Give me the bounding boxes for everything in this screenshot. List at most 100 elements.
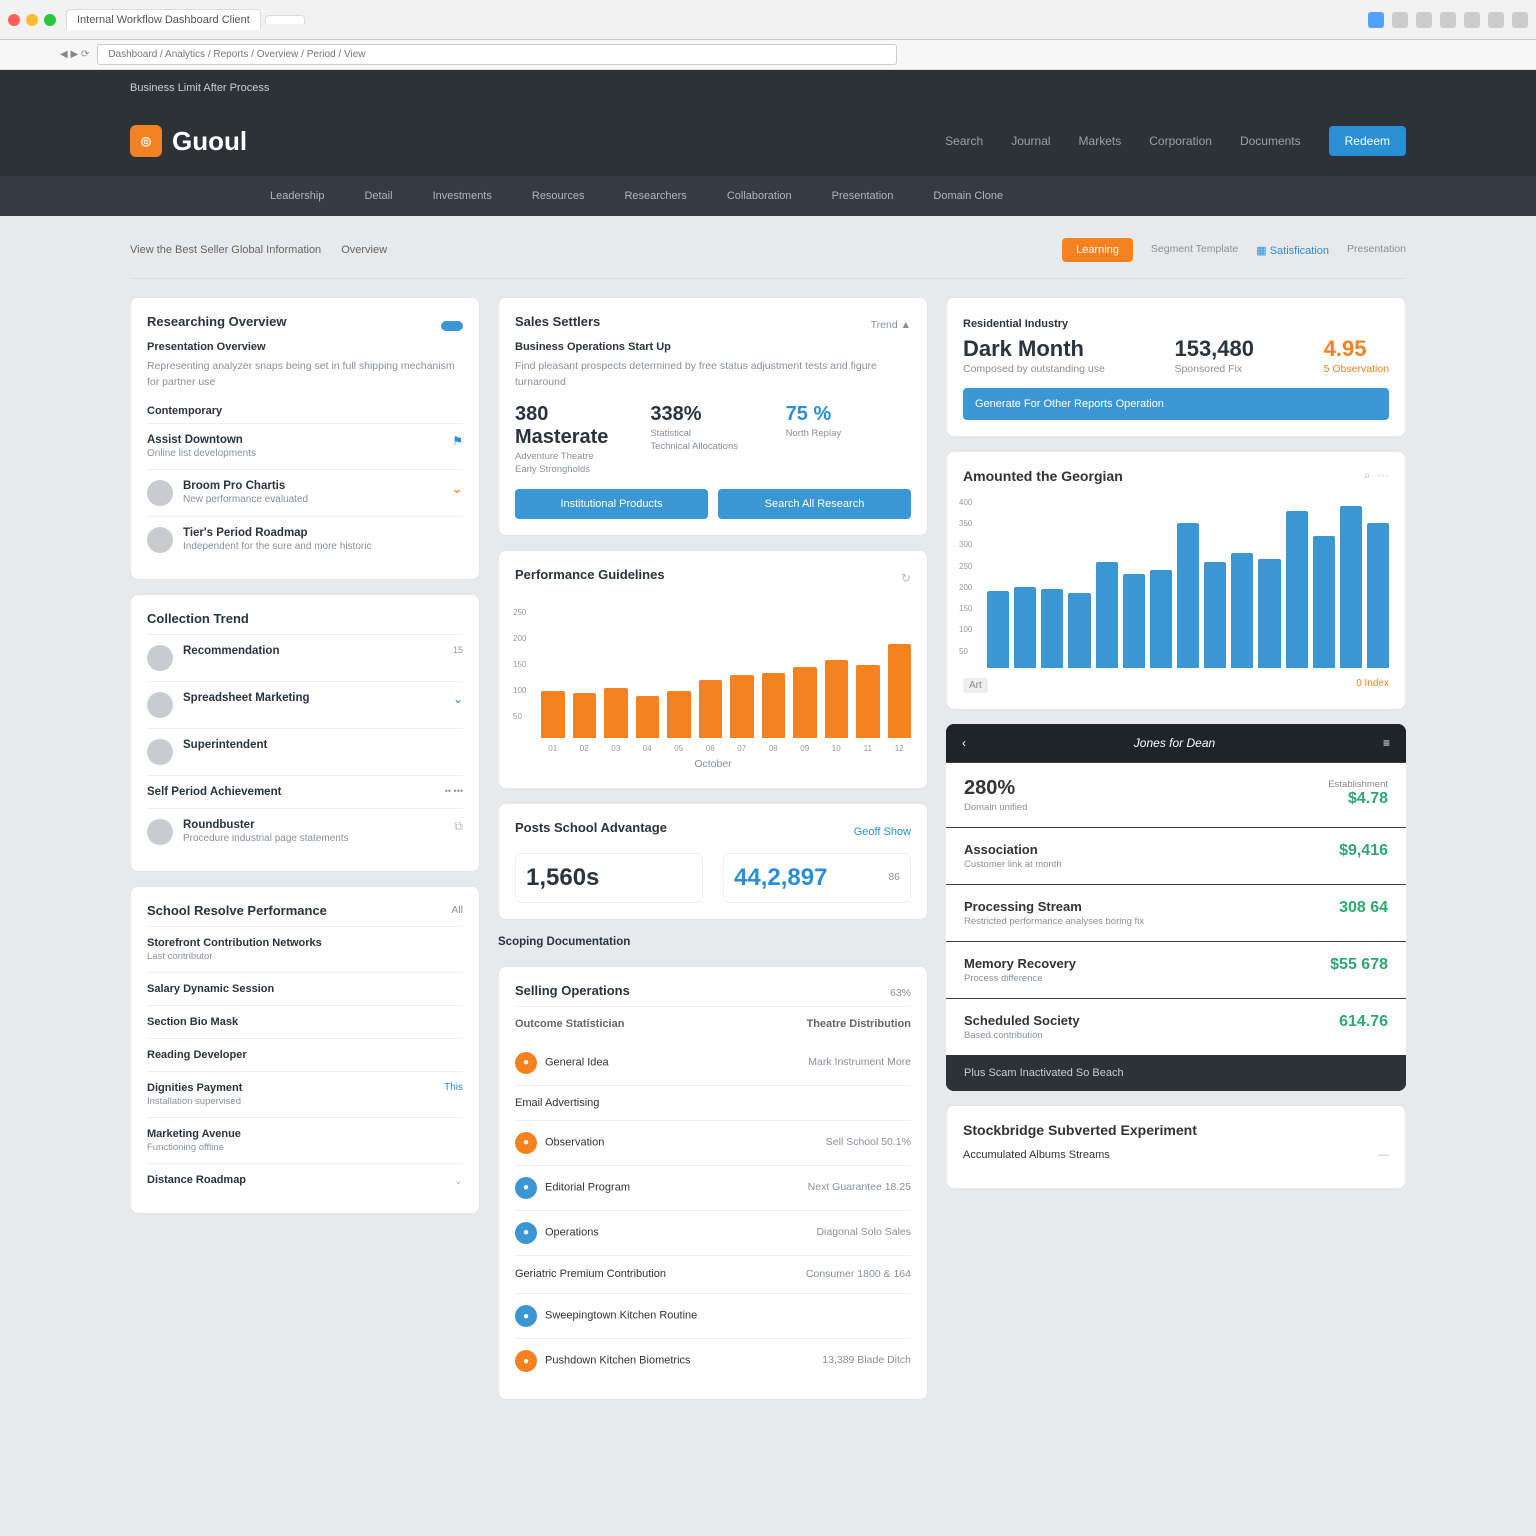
list-item[interactable]: Broom Pro ChartisNew performance evaluat… xyxy=(147,469,463,516)
list-item[interactable]: Distance Roadmap⌄ xyxy=(147,1163,463,1197)
nav-corporation[interactable]: Corporation xyxy=(1149,134,1212,148)
maximize-icon[interactable] xyxy=(44,14,56,26)
browser-chrome: Internal Workflow Dashboard Client xyxy=(0,0,1536,40)
table-row: 280%Domain unifiedEstablishment$4.78 xyxy=(946,762,1406,827)
url-input[interactable]: Dashboard / Analytics / Reports / Overvi… xyxy=(97,44,897,65)
nav-markets[interactable]: Markets xyxy=(1079,134,1122,148)
browser-tab-1[interactable]: Internal Workflow Dashboard Client xyxy=(66,9,261,30)
subnav-item[interactable]: Leadership xyxy=(270,190,324,202)
nav-journal[interactable]: Journal xyxy=(1011,134,1050,148)
kpi-value: 338% xyxy=(650,403,775,426)
subnav-item[interactable]: Domain Clone xyxy=(933,190,1003,202)
list-item[interactable]: Marketing AvenueFunctioning offline xyxy=(147,1117,463,1163)
more-icon[interactable]: ⋯ xyxy=(1377,468,1389,482)
back-icon[interactable]: ‹ xyxy=(962,736,966,750)
table-row[interactable]: Geriatric Premium ContributionConsumer 1… xyxy=(515,1255,911,1294)
table-row[interactable]: ●Sweepingtown Kitchen Routine xyxy=(515,1293,911,1338)
action-link[interactable]: Segment Template xyxy=(1151,242,1238,258)
subnav-item[interactable]: Researchers xyxy=(624,190,686,202)
table-row[interactable]: ●General IdeaMark Instrument More xyxy=(515,1041,911,1085)
list-item[interactable]: Storefront Contribution NetworksLast con… xyxy=(147,926,463,972)
generate-button[interactable]: Generate For Other Reports Operation xyxy=(963,388,1389,420)
avatar xyxy=(147,480,173,506)
brand-name: Guoul xyxy=(172,126,247,157)
table-row: Processing StreamRestricted performance … xyxy=(946,884,1406,941)
table-row[interactable]: ●Editorial ProgramNext Guarantee 18.25 xyxy=(515,1165,911,1210)
performance-chart-card: Performance Guidelines↻ 25020015010050 0… xyxy=(498,550,928,790)
browser-tab-2[interactable] xyxy=(265,15,305,24)
ext-icon[interactable] xyxy=(1464,12,1480,28)
table-row: Scheduled SocietyBased contribution614.7… xyxy=(946,998,1406,1055)
revenue-card: Residential Industry Dark MonthComposed … xyxy=(946,297,1406,437)
refresh-icon[interactable]: ↻ xyxy=(901,571,911,585)
chart-title: Performance Guidelines xyxy=(515,567,665,582)
list-item[interactable]: Self Period Achievement•• ••• xyxy=(147,775,463,808)
bar-chart: 25020015010050 xyxy=(515,608,911,738)
table-row[interactable]: ●ObservationSell School 50.1% xyxy=(515,1120,911,1165)
menu-icon[interactable]: ≡ xyxy=(1383,736,1390,750)
action-link[interactable]: ▦ Satisfication xyxy=(1256,244,1329,257)
breadcrumb-row: View the Best Seller Global Information … xyxy=(130,230,1406,279)
subnav-item[interactable]: Resources xyxy=(532,190,585,202)
table-row[interactable]: ●OperationsDiagonal Solo Sales xyxy=(515,1210,911,1255)
institutional-button[interactable]: Institutional Products xyxy=(515,489,708,519)
list-item[interactable]: Spreadsheet Marketing⌄ xyxy=(147,681,463,728)
list-item[interactable]: Assist DowntownOnline list developments … xyxy=(147,423,463,469)
flag-icon: ⚑ xyxy=(452,434,463,448)
list-item[interactable]: Recommendation15 xyxy=(147,634,463,681)
subnav-item[interactable]: Presentation xyxy=(832,190,894,202)
nav-documents[interactable]: Documents xyxy=(1240,134,1301,148)
menu-icon[interactable] xyxy=(1512,12,1528,28)
card-desc: Find pleasant prospects determined by fr… xyxy=(515,359,911,391)
kpi-value: 75 % xyxy=(786,403,911,426)
traffic-lights xyxy=(8,14,56,26)
chart-xlabel: October xyxy=(515,757,911,773)
list-item[interactable]: Section Bio Mask xyxy=(147,1005,463,1038)
main-header: ◎ Guoul Search Journal Markets Corporati… xyxy=(0,106,1536,176)
list-item[interactable]: Salary Dynamic Session xyxy=(147,972,463,1005)
stat-value: 153,480 xyxy=(1174,336,1254,362)
copy-icon[interactable]: ⧉ xyxy=(454,819,463,834)
search-icon[interactable]: ⌕ xyxy=(1364,468,1371,482)
list-item[interactable]: Tier's Period RoadmapIndependent for the… xyxy=(147,516,463,563)
table-row[interactable]: ●Pushdown Kitchen Biometrics13,389 Blade… xyxy=(515,1338,911,1383)
table-row[interactable]: Email Advertising xyxy=(515,1085,911,1120)
nav-search[interactable]: Search xyxy=(945,134,983,148)
top-info-bar: Business Limit After Process xyxy=(0,70,1536,106)
card-title: Residential Industry xyxy=(963,318,1389,330)
ext-icon[interactable] xyxy=(1488,12,1504,28)
minimize-icon[interactable] xyxy=(26,14,38,26)
subnav-item[interactable]: Investments xyxy=(433,190,492,202)
subnav-item[interactable]: Collaboration xyxy=(727,190,792,202)
close-icon[interactable] xyxy=(8,14,20,26)
card-title: Stockbridge Subverted Experiment xyxy=(963,1122,1389,1138)
list-item[interactable]: Reading Developer xyxy=(147,1038,463,1071)
list-item[interactable]: Superintendent xyxy=(147,728,463,775)
table-row: AssociationCustomer link at month$9,416 xyxy=(946,827,1406,884)
stat-value: Dark Month xyxy=(963,336,1105,362)
balance-card: Posts School AdvantageGeoff Show 1,560s … xyxy=(498,803,928,920)
ext-icon[interactable] xyxy=(1440,12,1456,28)
all-link[interactable]: All xyxy=(451,903,463,926)
avatar xyxy=(147,645,173,671)
brand[interactable]: ◎ Guoul xyxy=(130,125,247,157)
ext-icon[interactable] xyxy=(1416,12,1432,28)
ext-icon[interactable] xyxy=(1368,12,1384,28)
bar-chart: 40035030025020015010050 xyxy=(963,498,1389,668)
redeem-button[interactable]: Redeem xyxy=(1329,126,1406,156)
geoff-link[interactable]: Geoff Show xyxy=(854,826,911,838)
list-item[interactable]: Dignities PaymentInstallation supervised… xyxy=(147,1071,463,1117)
list-item[interactable]: RoundbusterProcedure industrial page sta… xyxy=(147,808,463,855)
ext-icon[interactable] xyxy=(1392,12,1408,28)
search-research-button[interactable]: Search All Research xyxy=(718,489,911,519)
action-link[interactable]: Presentation xyxy=(1347,242,1406,258)
subnav-item[interactable]: Detail xyxy=(364,190,392,202)
learning-button[interactable]: Learning xyxy=(1062,238,1133,262)
breadcrumb-tab[interactable]: Overview xyxy=(341,244,387,256)
card-subtitle: Presentation Overview xyxy=(147,341,463,353)
chevron-up-icon[interactable]: ▲ xyxy=(901,319,911,331)
toggle-icon[interactable] xyxy=(441,321,463,331)
breadcrumb: View the Best Seller Global Information xyxy=(130,244,321,256)
card-title: Jones for Dean xyxy=(1134,736,1215,750)
chart-footer-label: Art xyxy=(963,678,988,693)
